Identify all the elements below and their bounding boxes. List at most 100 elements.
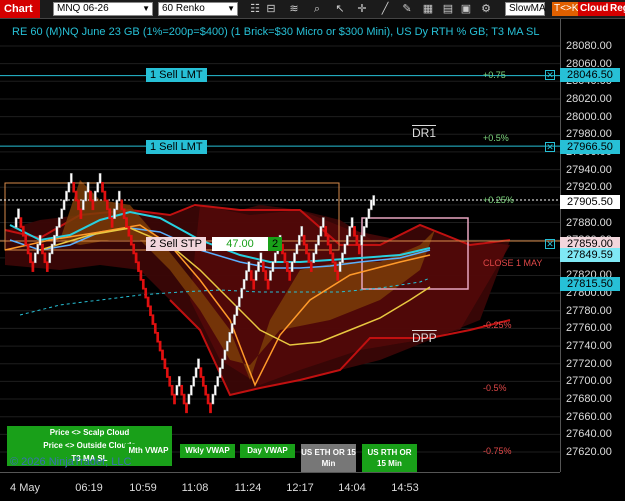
template-icon[interactable]: ▤ <box>441 2 455 16</box>
properties-icon[interactable]: ▣ <box>459 2 473 16</box>
tk-button[interactable]: T<>K <box>552 2 581 16</box>
bear-brick <box>185 402 188 414</box>
bull-brick <box>295 243 299 255</box>
sell-limit-order-1[interactable]: 1 Sell LMT <box>146 68 207 82</box>
mth-vwap-button[interactable]: Mth VWAP <box>125 444 172 458</box>
interval-selector[interactable]: 60 Renko ▼ <box>158 2 238 16</box>
interval-value: 60 Renko <box>162 3 205 14</box>
bear-brick <box>146 296 150 308</box>
time-tick-label: 06:19 <box>75 482 103 494</box>
instrument-selector[interactable]: MNQ 06-26 ▼ <box>53 2 153 16</box>
bull-brick <box>81 199 85 211</box>
sell-stop-order[interactable]: 2 Sell STP <box>146 237 206 251</box>
price-tick-label: 27700.00 <box>566 375 612 388</box>
cloud-button[interactable]: Cloud <box>578 2 611 16</box>
bear-brick <box>355 234 359 246</box>
wkly-vwap-button[interactable]: Wkly VWAP <box>180 444 235 458</box>
bull-brick <box>312 252 316 264</box>
bear-brick <box>151 314 155 325</box>
indicators-icon[interactable]: ≋ <box>287 2 301 16</box>
time-tick-label: 10:59 <box>129 482 157 494</box>
cancel-order-icon[interactable]: ✕ <box>545 239 555 249</box>
bear-brick <box>141 279 145 290</box>
data-series-icon[interactable]: ☷ <box>248 2 262 16</box>
bear-brick <box>199 367 203 378</box>
settings-icon[interactable]: ⚙ <box>479 2 493 16</box>
bear-brick <box>158 340 162 352</box>
bull-brick <box>338 261 342 272</box>
bull-brick <box>257 261 260 272</box>
crosshair-icon[interactable]: ✛ <box>355 2 369 16</box>
bull-brick <box>314 243 318 255</box>
level-label: CLOSE 1 MAY <box>483 258 543 268</box>
bull-brick <box>269 270 272 281</box>
bull-brick <box>350 217 354 228</box>
pointer-icon[interactable]: ↖ <box>333 2 347 16</box>
cancel-order-icon[interactable]: ✕ <box>545 142 555 152</box>
bear-brick <box>21 226 25 237</box>
reg-button[interactable]: Reg <box>608 2 625 16</box>
bull-brick <box>365 217 368 228</box>
cancel-order-icon[interactable]: ✕ <box>545 70 555 80</box>
bull-brick <box>247 261 251 272</box>
bull-brick <box>189 384 193 396</box>
bear-brick <box>153 323 157 334</box>
bull-brick <box>245 270 248 281</box>
bull-brick <box>321 217 325 228</box>
lock-icon[interactable]: ⊟ <box>264 2 278 16</box>
chart-tab[interactable]: Chart <box>0 0 40 18</box>
bear-brick <box>91 199 95 211</box>
bull-brick <box>369 199 373 211</box>
bull-brick <box>273 252 277 264</box>
bull-brick <box>240 287 244 299</box>
time-tick-label: 11:24 <box>234 482 262 494</box>
level-label: +0.5% <box>483 133 509 143</box>
grid-icon[interactable]: ▦ <box>421 2 435 16</box>
day-vwap-button[interactable]: Day VWAP <box>240 444 295 458</box>
us-rth-button[interactable]: US RTH OR 15 Min <box>362 444 417 472</box>
bull-brick <box>96 181 100 193</box>
bear-brick <box>29 252 32 264</box>
bear-brick <box>41 243 44 255</box>
bear-brick <box>261 261 265 272</box>
time-tick-label: 4 May <box>10 482 40 494</box>
bear-brick <box>101 181 104 193</box>
slow-ma-selector[interactable]: SlowMA <box>505 2 546 16</box>
bull-brick <box>14 217 18 228</box>
bear-brick <box>110 217 114 228</box>
time-tick-label: 14:04 <box>338 482 366 494</box>
bull-brick <box>223 349 227 361</box>
bear-brick <box>26 243 30 255</box>
bear-brick <box>357 243 361 255</box>
sell-stop-qty[interactable]: 47.00 <box>212 237 268 251</box>
price-tick-label: 27760.00 <box>566 322 612 335</box>
bull-brick <box>69 173 73 184</box>
bear-brick <box>144 287 148 299</box>
bear-brick <box>353 226 356 237</box>
level-label: +0.25% <box>483 195 514 205</box>
bull-brick <box>317 234 320 246</box>
bull-brick <box>362 226 366 237</box>
price-tick-label: 27640.00 <box>566 428 612 441</box>
price-tick-label: 27680.00 <box>566 393 612 406</box>
bull-brick <box>175 384 179 396</box>
scalp-cloud-button[interactable]: Price <> Scalp Cloud <box>7 426 172 440</box>
bull-brick <box>177 376 181 387</box>
bear-brick <box>264 270 268 281</box>
sell-limit-order-2[interactable]: 1 Sell LMT <box>146 140 207 154</box>
zoom-icon[interactable]: ⌕ <box>310 2 324 16</box>
bull-brick <box>271 261 275 272</box>
sell-stop-count[interactable]: 2 <box>268 237 283 251</box>
bear-brick <box>79 208 83 219</box>
price-tick-label: 27740.00 <box>566 340 612 353</box>
bull-brick <box>290 261 294 272</box>
line-tool-icon[interactable]: ╱ <box>378 2 392 16</box>
draw-icon[interactable]: ✎ <box>400 2 414 16</box>
chart-toolbar: Chart MNQ 06-26 ▼ 60 Renko ▼ ☷ ⊟ ≋ ⌕ ↖ ✛ ╱… <box>0 0 625 19</box>
us-eth-button[interactable]: US ETH OR 15 Min <box>301 444 356 472</box>
bull-brick <box>348 226 352 237</box>
bull-brick <box>300 226 304 237</box>
bull-brick <box>233 314 236 325</box>
bear-brick <box>329 243 332 255</box>
bull-brick <box>192 376 196 387</box>
